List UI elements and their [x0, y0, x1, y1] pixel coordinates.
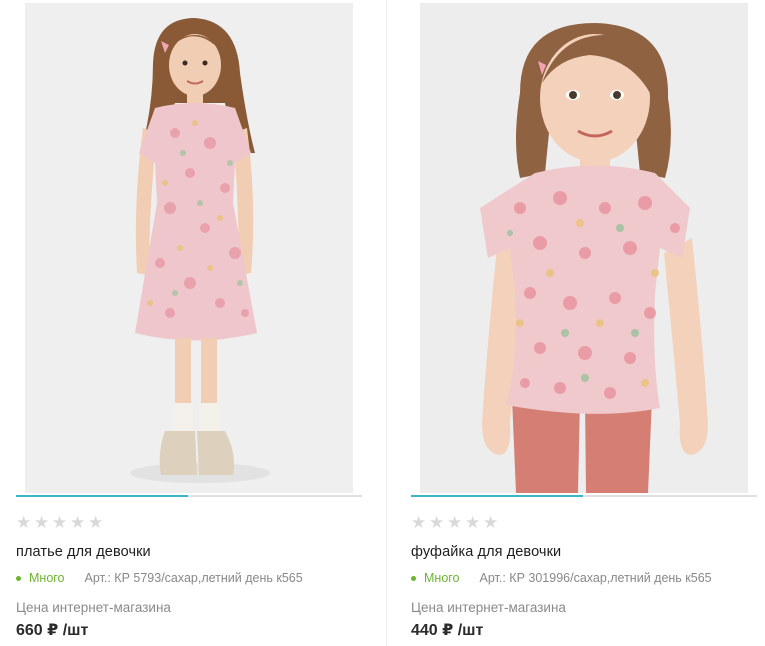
stock-dot-icon [411, 575, 416, 581]
rating-stars[interactable]: ★ ★ ★ ★ ★ [411, 515, 500, 532]
slider-active-segment[interactable] [411, 495, 583, 497]
stock-status: Много Арт.: КР 5793/сахар,летний день к5… [16, 571, 303, 585]
stock-label: Много [424, 571, 460, 585]
product-title[interactable]: фуфайка для девочки [411, 544, 561, 560]
product-card[interactable]: ★ ★ ★ ★ ★ фуфайка для девочки Много Арт.… [409, 0, 759, 646]
article-number: Арт.: КР 301996/сахар,летний день к565 [479, 571, 712, 585]
card-divider [386, 0, 387, 646]
star-icon: ★ [70, 513, 86, 533]
slider-active-segment[interactable] [16, 495, 188, 497]
price-label: Цена интернет-магазина [411, 600, 566, 615]
product-price: 440 ₽ /шт [411, 622, 484, 639]
product-card[interactable]: ★ ★ ★ ★ ★ платье для девочки Много Арт.:… [14, 0, 364, 646]
slider-segment[interactable] [587, 495, 757, 497]
star-icon: ★ [88, 513, 104, 533]
girl-in-tshirt-illustration [420, 3, 748, 493]
stock-dot-icon [16, 575, 21, 581]
star-icon: ★ [34, 513, 50, 533]
article-number: Арт.: КР 5793/сахар,летний день к565 [84, 571, 303, 585]
girl-in-dress-illustration [25, 3, 353, 493]
image-slider-indicator[interactable] [411, 495, 757, 497]
star-icon: ★ [465, 513, 481, 533]
star-icon: ★ [429, 513, 445, 533]
product-image[interactable] [420, 3, 748, 493]
slider-segment[interactable] [192, 495, 362, 497]
star-icon: ★ [447, 513, 463, 533]
price-label: Цена интернет-магазина [16, 600, 171, 615]
rating-stars[interactable]: ★ ★ ★ ★ ★ [16, 515, 105, 532]
stock-status: Много Арт.: КР 301996/сахар,летний день … [411, 571, 712, 585]
product-price: 660 ₽ /шт [16, 622, 89, 639]
product-title[interactable]: платье для девочки [16, 544, 151, 560]
image-slider-indicator[interactable] [16, 495, 362, 497]
star-icon: ★ [483, 513, 499, 533]
stock-label: Много [29, 571, 65, 585]
product-image[interactable] [25, 3, 353, 493]
star-icon: ★ [411, 513, 427, 533]
star-icon: ★ [16, 513, 32, 533]
star-icon: ★ [52, 513, 68, 533]
